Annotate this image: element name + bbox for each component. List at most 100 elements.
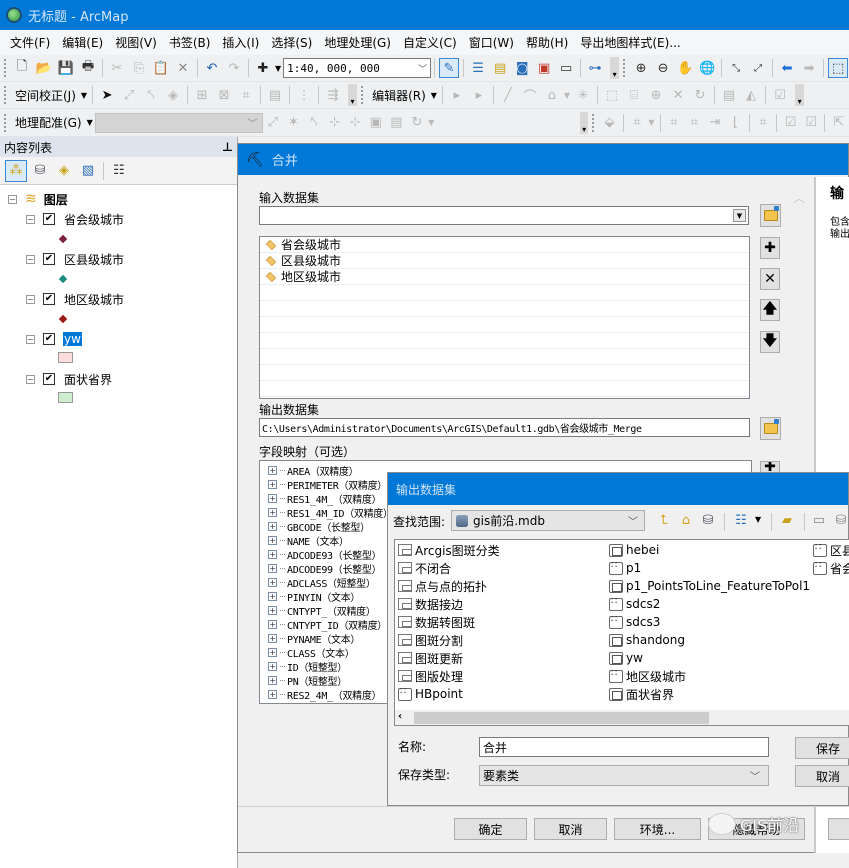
file-list-item[interactable]: 图斑更新 <box>398 649 463 667</box>
new-feature-dataset-icon[interactable]: ▭ <box>809 510 829 530</box>
show-shared-features-icon[interactable]: ⌗ <box>685 113 704 133</box>
tree-root-layers[interactable]: − ≋ 图层 <box>0 189 237 209</box>
multiple-displacement-icon[interactable]: ◈ <box>163 85 183 105</box>
edit-annotation-icon[interactable]: ▸ <box>469 85 489 105</box>
layer-visibility-checkbox[interactable]: ✔ <box>43 213 55 225</box>
chevron-down-icon[interactable]: ▼ <box>428 118 434 127</box>
look-in-combo[interactable]: gis前沿.mdb ﹀ <box>451 510 645 531</box>
list-by-visibility-icon[interactable]: ◈ <box>53 160 75 182</box>
end-point-arc-icon[interactable]: ⌒ <box>520 85 540 105</box>
menu-item[interactable]: 视图(V) <box>109 34 163 51</box>
new-displacement-link-icon[interactable]: ⤢ <box>119 85 139 105</box>
menu-item[interactable]: 帮助(H) <box>520 34 574 51</box>
chevron-down-icon[interactable]: ▼ <box>431 91 437 100</box>
table-of-contents-icon[interactable]: ☰ <box>468 58 488 78</box>
expand-plus-icon[interactable]: + <box>268 661 277 671</box>
browse-input-button[interactable] <box>760 204 781 227</box>
connect-folder-icon[interactable]: ⛁ <box>698 510 718 530</box>
file-list-item[interactable]: hebei <box>609 541 659 559</box>
layer-visibility-checkbox[interactable]: ✔ <box>43 373 55 385</box>
input-dataset-row[interactable] <box>260 317 749 333</box>
limited-adjust-area-icon[interactable]: ⊠ <box>214 85 234 105</box>
toolbar-grip[interactable] <box>4 59 7 77</box>
copy-icon[interactable]: ⎘ <box>129 58 149 78</box>
input-dataset-row[interactable] <box>260 333 749 349</box>
expand-plus-icon[interactable]: + <box>268 549 277 559</box>
chevron-down-icon[interactable]: ▼ <box>755 515 761 524</box>
add-input-button[interactable]: ✚ <box>760 237 780 259</box>
back-extent-icon[interactable]: ⬅ <box>777 58 797 78</box>
toolbar-grip[interactable] <box>361 86 364 104</box>
reshape-feature-icon[interactable]: ⌸ <box>624 85 644 105</box>
scrollbar-thumb[interactable] <box>414 712 709 724</box>
expand-plus-icon[interactable]: + <box>268 605 277 615</box>
construct-features-icon[interactable]: ⌗ <box>754 113 773 133</box>
layer-name[interactable]: 地区级城市 <box>63 291 125 308</box>
name-input[interactable]: 合并 <box>479 737 769 757</box>
zoom-in-icon[interactable]: ⊕ <box>631 58 651 78</box>
input-dataset-row[interactable] <box>260 381 749 397</box>
layer-visibility-checkbox[interactable]: ✔ <box>43 253 55 265</box>
file-list-item[interactable]: 数据接边 <box>398 595 463 613</box>
scroll-up-icon[interactable]: ︿ <box>793 189 805 206</box>
save-type-select[interactable]: 要素类 ﹀ <box>479 765 769 786</box>
input-dataset-row[interactable] <box>260 285 749 301</box>
print-icon[interactable]: 🖶 <box>78 58 98 78</box>
editor-menu[interactable]: 编辑器(R) <box>368 87 430 104</box>
environments-button[interactable]: 环境... <box>614 818 701 840</box>
point-symbol-icon[interactable] <box>58 234 68 244</box>
new-document-icon[interactable]: 🗋 <box>12 58 32 78</box>
tool-help-button[interactable] <box>828 818 849 840</box>
view-list-icon[interactable]: ☷ <box>731 510 751 530</box>
redo-icon[interactable]: ↷ <box>224 58 244 78</box>
georef-layer-combo[interactable]: ﹀ <box>94 112 263 133</box>
edge-match-icon[interactable]: ⋮ <box>294 85 314 105</box>
menu-item[interactable]: 编辑(E) <box>56 34 109 51</box>
menu-item[interactable]: 窗口(W) <box>463 34 520 51</box>
layer-visibility-checkbox[interactable]: ✔ <box>43 293 55 305</box>
file-list-item[interactable]: Arcgis图斑分类 <box>398 541 500 559</box>
menu-item[interactable]: 文件(F) <box>4 34 56 51</box>
map-topology-icon[interactable]: ⌗ <box>664 113 683 133</box>
ok-button[interactable]: 确定 <box>454 818 527 840</box>
toolbar-grip[interactable] <box>4 113 7 132</box>
catalog-window-icon[interactable]: ▤ <box>490 58 510 78</box>
file-list-item[interactable]: sdcs2 <box>609 595 660 613</box>
menu-item[interactable]: 自定义(C) <box>397 34 463 51</box>
menu-item[interactable]: 地理处理(G) <box>318 34 397 51</box>
auto-registration-icon[interactable]: ✶ <box>284 113 303 133</box>
validate-topology-icon[interactable]: ☑ <box>781 113 800 133</box>
browse-output-button[interactable] <box>760 417 781 440</box>
menu-item[interactable]: 书签(B) <box>163 34 217 51</box>
expand-plus-icon[interactable]: + <box>268 493 277 503</box>
edit-vertices-icon[interactable]: ⬚ <box>602 85 622 105</box>
expand-plus-icon[interactable]: + <box>268 689 277 699</box>
fix-topology-error-icon[interactable]: ⇱ <box>829 113 848 133</box>
list-by-drawing-order-icon[interactable]: ⁂ <box>5 159 27 182</box>
input-datasets-list[interactable]: 省会级城市 区县级城市 地区级城市 <box>259 236 750 399</box>
attribute-transfer-icon[interactable]: ⇶ <box>323 85 343 105</box>
file-list-item[interactable]: sdcs3 <box>609 613 660 631</box>
save-icon[interactable]: 💾 <box>56 58 76 78</box>
input-dataset-row[interactable]: 地区级城市 <box>260 269 749 285</box>
select-link-icon[interactable]: ⤣ <box>305 113 324 133</box>
select-elements-arrow-icon[interactable]: ➤ <box>97 85 117 105</box>
fixed-zoom-out-icon[interactable]: ⤢ <box>748 58 768 78</box>
georeferencing-menu[interactable]: 地理配准(G) <box>11 114 86 131</box>
input-dataset-row[interactable] <box>260 365 749 381</box>
file-list-item[interactable]: 图版处理 <box>398 667 463 685</box>
layer-item[interactable]: − ✔ 区县级城市 <box>0 249 237 269</box>
point-icon[interactable]: ✳ <box>573 85 593 105</box>
layer-item[interactable]: − ✔ 地区级城市 <box>0 289 237 309</box>
expand-plus-icon[interactable]: + <box>268 647 277 657</box>
layer-item[interactable]: − ✔ 面状省界 <box>0 369 237 389</box>
list-by-selection-icon[interactable]: ▧ <box>77 160 99 182</box>
expand-plus-icon[interactable]: + <box>268 633 277 643</box>
attributes-icon[interactable]: ▤ <box>719 85 739 105</box>
new-identity-link-icon[interactable]: ⊞ <box>192 85 212 105</box>
sketch-properties-icon[interactable]: ◭ <box>741 85 761 105</box>
layer-visibility-checkbox[interactable]: ✔ <box>43 333 55 345</box>
add-data-dropdown-icon[interactable]: ▼ <box>275 64 281 73</box>
align-edge-icon[interactable]: ⇥ <box>706 113 725 133</box>
new-folder-icon[interactable]: ▰ <box>777 510 797 530</box>
